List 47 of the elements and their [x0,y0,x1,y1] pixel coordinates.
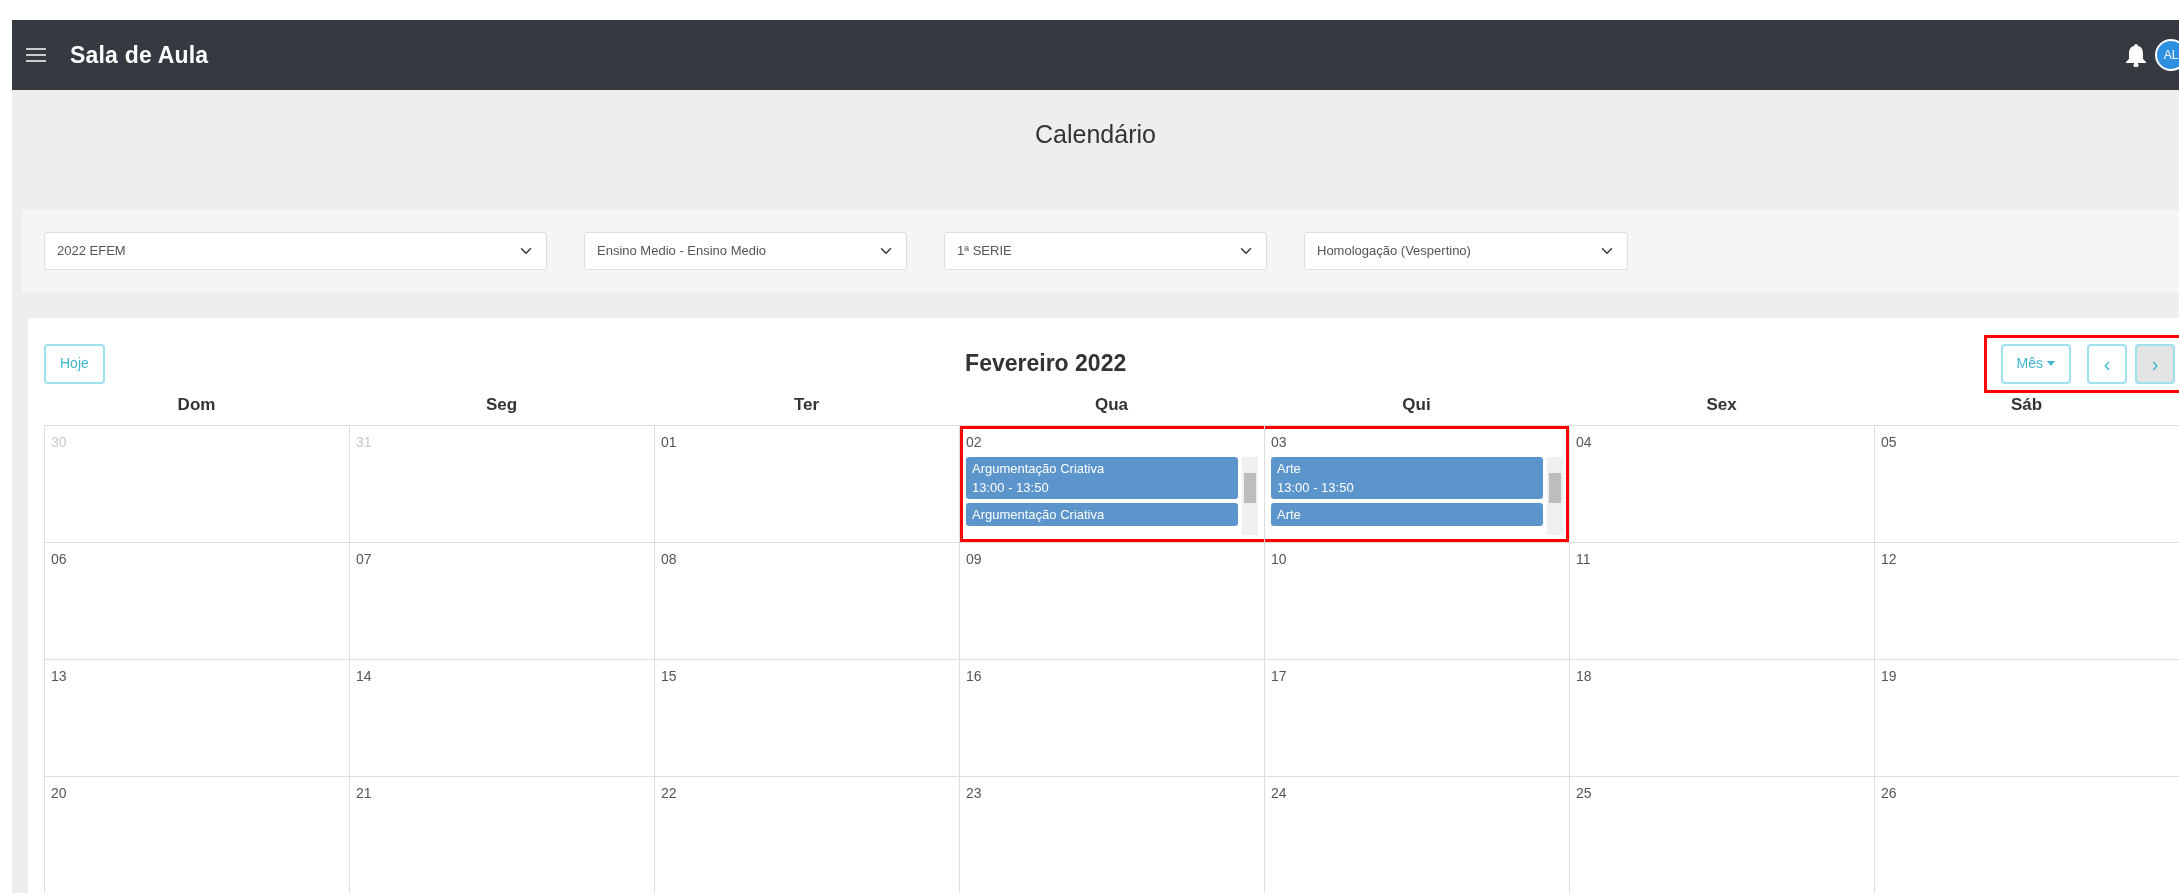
menu-icon[interactable] [26,47,46,63]
filter-dropdown[interactable]: 2022 EFEM [44,231,547,270]
weekday-header: Qui [1401,393,1432,416]
day-number: 07 [356,550,373,569]
day-number: 15 [661,667,678,686]
day-number: 16 [966,667,983,686]
caret-icon [2047,361,2055,366]
day-number: 01 [661,433,678,452]
filter-dropdown[interactable]: 1ª SERIE [944,231,1267,270]
day-number: 09 [966,550,983,569]
month-title: Fevereiro 2022 [965,349,1127,379]
page-title: Calendário [1034,119,1157,150]
weekday-header: Sáb [2009,393,2044,416]
day-number: 22 [661,784,678,803]
day-number: 26 [1881,784,1898,803]
weekday-header: Seg [484,393,519,416]
day-number: 18 [1576,667,1593,686]
day-number: 08 [661,550,678,569]
day-number: 06 [51,550,68,569]
day-number: 12 [1881,550,1898,569]
filter-dropdown[interactable]: Ensino Medio - Ensino Medio [584,231,907,270]
filter-dropdown[interactable]: Homologação (Vespertino) [1304,231,1628,270]
app-title: Sala de Aula [70,40,209,70]
day-number: 17 [1271,667,1288,686]
day-number: 02 [966,433,983,452]
weekday-header: Dom [176,393,217,416]
day-number: 14 [356,667,373,686]
day-number: 05 [1881,433,1898,452]
day-cell[interactable]: 02 Argumentação Criativa 13:00 - 13:50 Argumentação Criativa [959,425,1265,543]
day-number: 13 [51,667,68,686]
day-number: 11 [1576,550,1592,569]
day-number: 20 [51,784,68,803]
day-number: 21 [356,784,373,803]
weekday-header: Sex [1705,393,1738,416]
scrollbar[interactable] [1242,457,1258,535]
bell-icon[interactable] [2125,43,2147,67]
day-number: 04 [1576,433,1593,452]
day-number: 24 [1271,784,1288,803]
day-number: 03 [1271,433,1288,452]
day-number: 23 [966,784,983,803]
day-number: 19 [1881,667,1898,686]
weekday-header: Ter [792,393,821,416]
day-cell[interactable]: 03 Arte 13:00 - 13:50 Arte [1264,425,1570,543]
day-number: 25 [1576,784,1593,803]
weekday-header: Qua [1093,393,1130,416]
scrollbar[interactable] [1547,457,1563,535]
day-number: 10 [1271,550,1288,569]
